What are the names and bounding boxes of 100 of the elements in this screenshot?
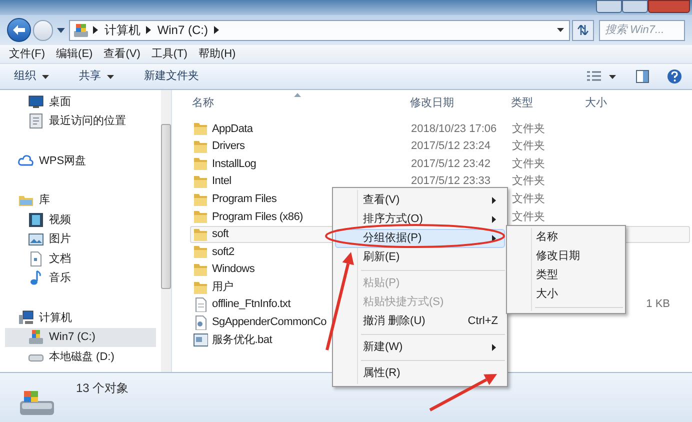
toolbar-button[interactable]: 共享	[75, 66, 118, 86]
file-name[interactable]: SgAppenderCommonCo	[212, 314, 326, 331]
menu-item[interactable]: 帮助(H)	[194, 46, 240, 62]
nav-item[interactable]: 文档	[5, 249, 156, 268]
file-name[interactable]: soft2	[212, 244, 234, 260]
nav-item[interactable]: 本地磁盘 (D:)	[5, 347, 156, 366]
chevron-right-icon	[146, 26, 152, 34]
menu-item[interactable]: 名称	[509, 228, 623, 247]
menu-label: 新建(W)	[363, 340, 403, 356]
menu-item[interactable]: 工具(T)	[147, 46, 192, 62]
menu-item[interactable]: 查看(V)	[335, 191, 505, 210]
menu-label: 粘贴(P)	[363, 276, 400, 292]
file-name[interactable]: Windows	[212, 261, 255, 278]
file-date: 2017/5/12 23:24	[411, 140, 491, 152]
folder-icon	[193, 138, 208, 154]
menu-item[interactable]: 属性(R)	[335, 364, 505, 383]
menu-item[interactable]: 排序方式(O)	[335, 210, 505, 229]
menu-label: 粘贴快捷方式(S)	[363, 294, 444, 310]
nav-item[interactable]: Win7 (C:)	[5, 328, 156, 347]
menu-label: 分组依据(P)	[363, 231, 422, 246]
file-type: 文件夹	[512, 210, 545, 223]
minimize-button[interactable]	[596, 0, 622, 13]
folder-icon	[193, 244, 208, 260]
file-date: 2018/10/23 17:06	[411, 122, 497, 135]
nav-item[interactable]: 桌面	[5, 92, 156, 112]
nav-item[interactable]: 库	[5, 190, 156, 210]
scrollbar[interactable]	[161, 90, 171, 372]
chevron-right-icon	[93, 26, 98, 34]
folder-icon	[193, 156, 208, 172]
chevron-right-icon	[214, 26, 219, 34]
nav-item[interactable]: 音乐	[5, 268, 156, 288]
file-name[interactable]: Intel	[212, 173, 232, 190]
breadcrumb[interactable]: 计算机	[104, 21, 140, 39]
search-field[interactable]: 搜索 Win7...	[599, 20, 685, 40]
text-file-icon	[193, 297, 208, 312]
menu-item[interactable]: 类型	[509, 266, 623, 285]
computer-drive-icon	[73, 22, 90, 38]
folder-icon	[193, 192, 208, 207]
menu-item[interactable]: 编辑(E)	[52, 46, 97, 62]
folder-icon	[193, 226, 208, 242]
refresh-button[interactable]	[572, 20, 594, 40]
page-icon	[28, 113, 44, 130]
back-button[interactable]	[7, 18, 31, 42]
file-name[interactable]: Program Files (x86)	[212, 208, 303, 226]
file-name[interactable]: 服务优化.bat	[212, 332, 272, 348]
menu-item[interactable]: 刷新(E)	[335, 248, 505, 267]
file-name[interactable]: soft	[212, 226, 229, 243]
column-header[interactable]: 类型	[511, 95, 585, 112]
folder-icon	[193, 174, 208, 190]
annotation-arrow	[429, 374, 497, 412]
menu-item[interactable]: 新建(W)	[335, 338, 505, 357]
file-name[interactable]: AppData	[212, 120, 253, 138]
menu-item[interactable]: 撤消 删除(U) Ctrl+Z	[335, 312, 505, 331]
nav-item[interactable]: 计算机	[5, 308, 156, 328]
file-date: 2017/5/12 23:33	[411, 175, 491, 188]
file-name[interactable]: 用户	[212, 278, 234, 296]
preview-pane-icon	[636, 70, 649, 83]
column-header[interactable]: 大小	[585, 95, 669, 112]
file-type: 文件夹	[512, 122, 545, 135]
address-bar[interactable]: 计算机 Win7 (C:)	[69, 20, 570, 40]
menu-label: 属性(R)	[363, 366, 400, 382]
help-icon	[667, 69, 682, 84]
column-header[interactable]: 修改日期	[410, 95, 511, 112]
nav-item[interactable]: WPS网盘	[5, 151, 156, 170]
nav-item[interactable]: 视频	[5, 210, 156, 230]
shortcut-label: Ctrl+Z	[468, 314, 498, 330]
nav-item[interactable]: 最近访问的位置	[5, 112, 156, 131]
computer-icon	[18, 310, 34, 326]
monitor-icon	[28, 94, 44, 110]
file-name[interactable]: Program Files	[212, 190, 277, 208]
file-type: 文件夹	[512, 158, 545, 170]
settings-file-icon	[193, 314, 208, 330]
film-icon	[28, 212, 44, 228]
history-caret-icon[interactable]	[57, 28, 66, 32]
file-name[interactable]: Drivers	[212, 138, 245, 155]
breadcrumb[interactable]: Win7 (C:)	[157, 21, 208, 39]
help-button[interactable]	[667, 66, 682, 86]
music-note-icon	[28, 270, 44, 286]
column-header[interactable]: 名称	[190, 95, 410, 112]
maximize-button[interactable]	[622, 0, 648, 13]
file-date: 2017/5/12 23:42	[411, 158, 491, 170]
menu-label: 刷新(E)	[363, 250, 400, 266]
file-size: 1 KB	[646, 297, 670, 312]
menu-item[interactable]: 大小	[509, 285, 623, 304]
folder-icon	[193, 209, 208, 224]
menu-item[interactable]: 修改日期	[509, 247, 623, 266]
menu-item[interactable]: 查看(V)	[100, 46, 144, 62]
scrollbar-thumb[interactable]	[161, 124, 171, 289]
toolbar-button[interactable]: 新建文件夹	[140, 66, 203, 86]
dropdown-caret-icon	[557, 28, 564, 32]
menu-item[interactable]: 文件(F)	[5, 46, 50, 62]
menu-label: 查看(V)	[363, 193, 400, 208]
sort-arrow-icon	[294, 93, 301, 97]
toolbar-button[interactable]: 组织	[10, 66, 53, 86]
file-type: 文件夹	[512, 192, 545, 205]
nav-item[interactable]: 图片	[5, 230, 156, 249]
file-name[interactable]: offline_FtnInfo.txt	[212, 296, 290, 313]
folder-icon	[193, 280, 208, 295]
menu-label: 排序方式(O)	[363, 212, 423, 228]
file-name[interactable]: InstallLog	[212, 156, 256, 172]
